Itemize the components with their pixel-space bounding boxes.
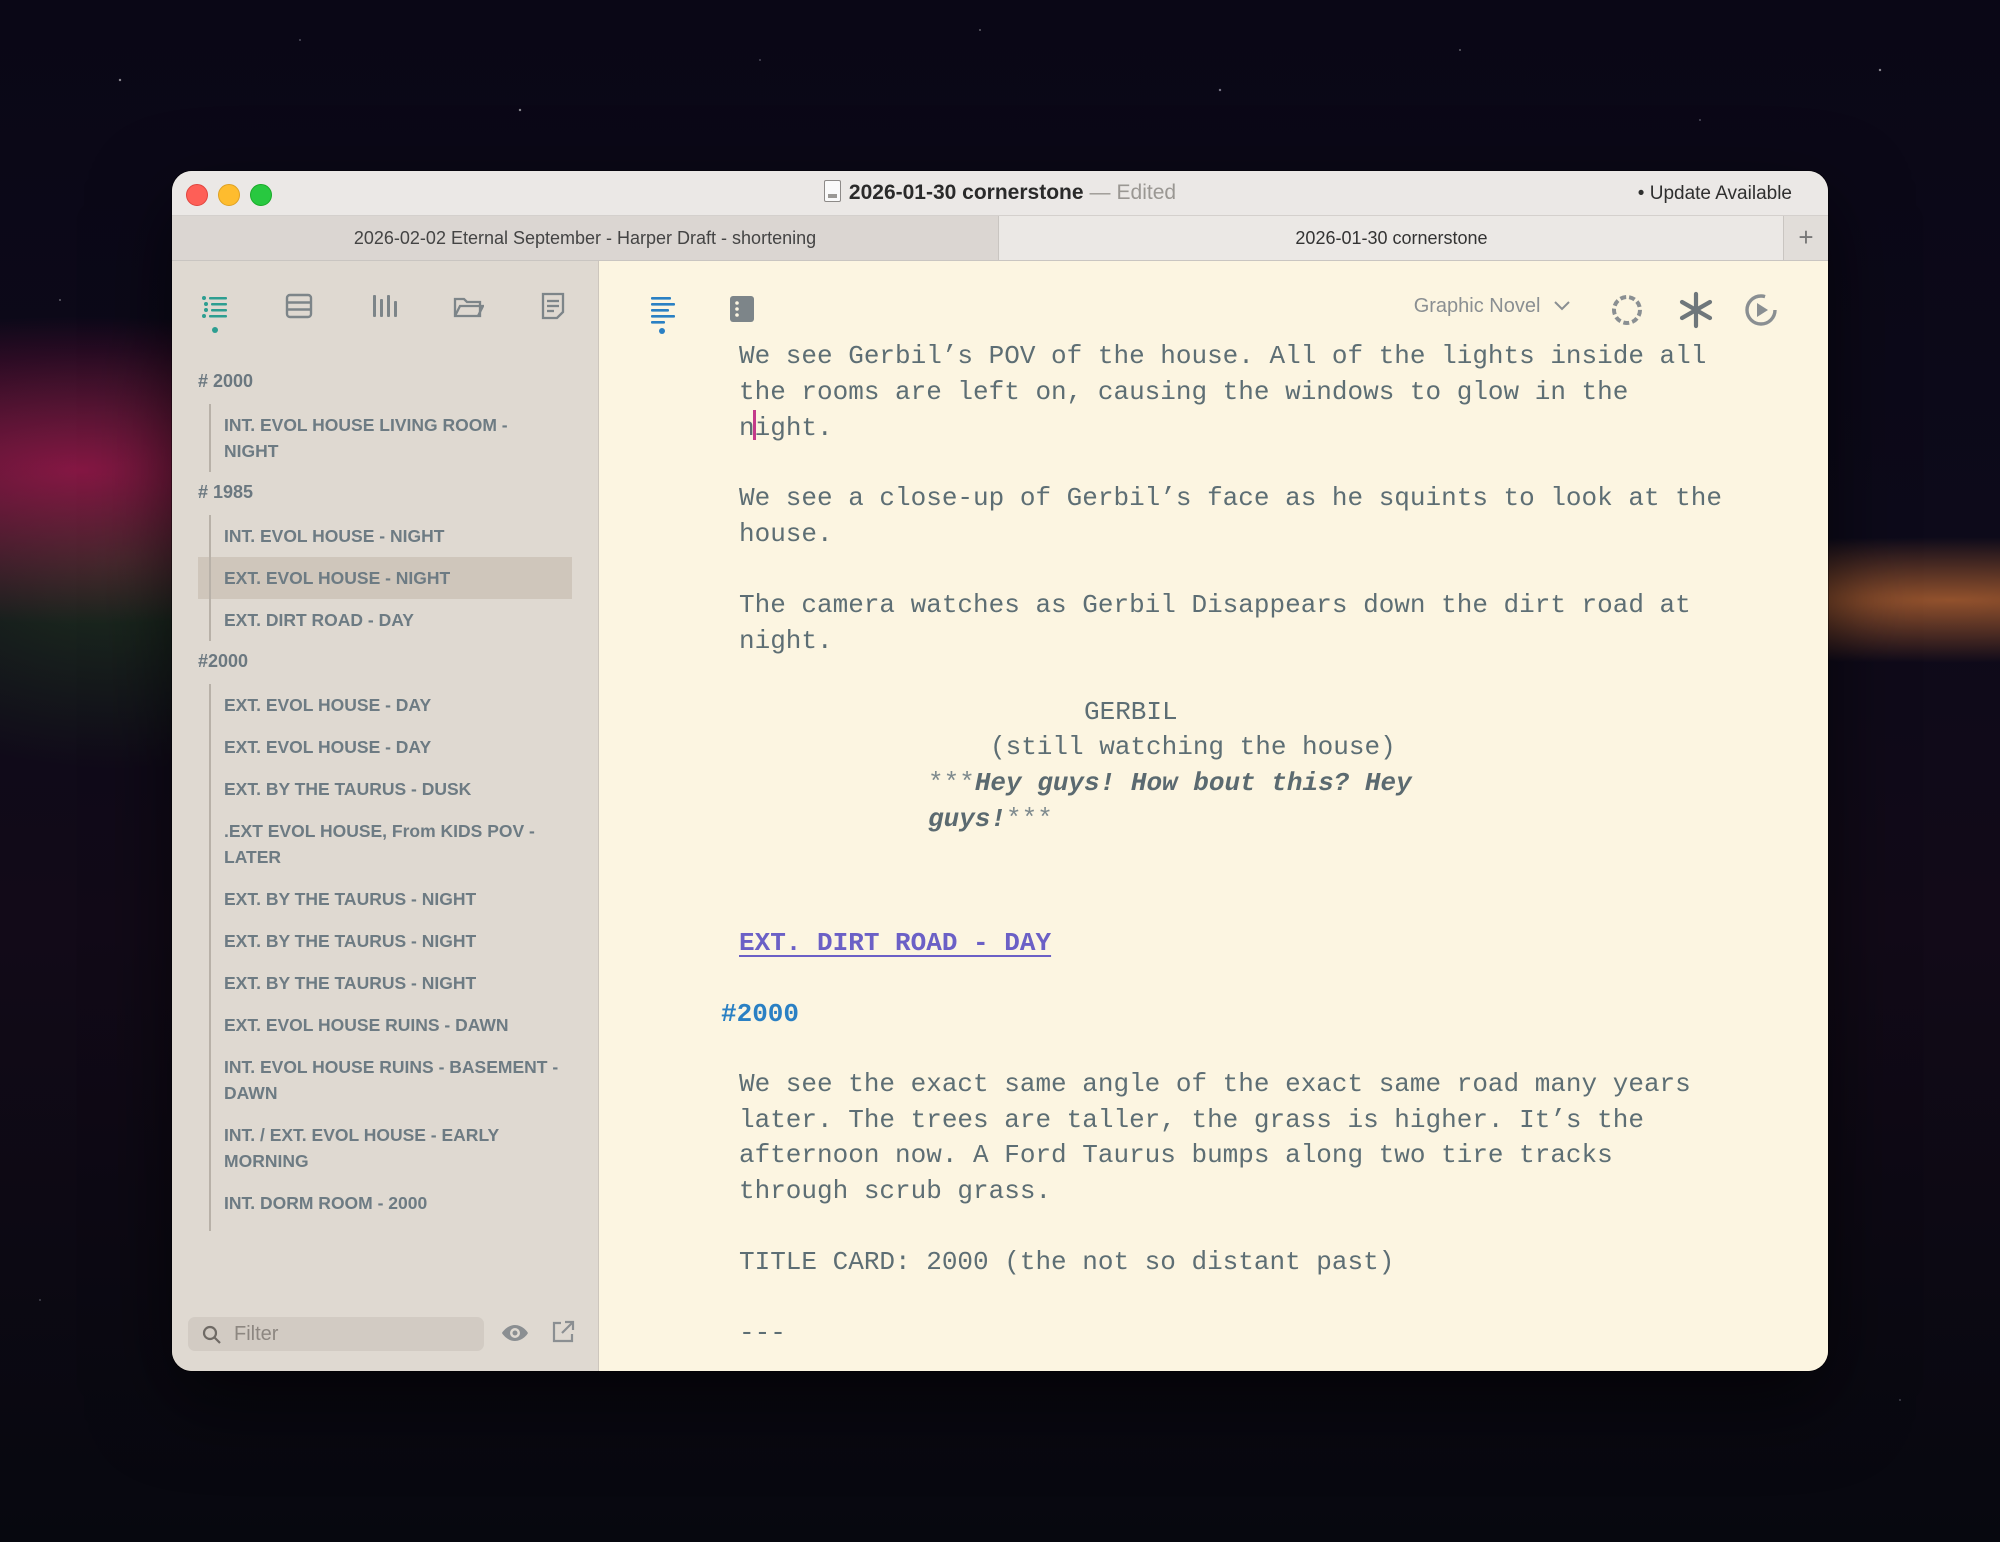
dialogue-line: Hey guys! How bout this? Hey	[974, 768, 1412, 798]
bold-italic-markup: ***	[928, 768, 975, 798]
outline-scene[interactable]: EXT. BY THE TAURUS - NIGHT	[198, 920, 572, 962]
timeline-icon[interactable]	[370, 291, 400, 321]
outline-scene[interactable]: EXT. EVOL HOUSE - DAY	[198, 726, 572, 768]
outline-scene[interactable]: .EXT EVOL HOUSE, From KIDS POV - LATER	[198, 810, 572, 878]
asterisk-icon[interactable]	[1679, 291, 1713, 334]
new-tab-button[interactable]: +	[1783, 216, 1828, 260]
action-paragraph-2[interactable]: We see a close-up of Gerbil’s face as he…	[739, 481, 1799, 552]
tab-cornerstone[interactable]: 2026-01-30 cornerstone	[999, 216, 1784, 260]
cards-icon[interactable]	[284, 291, 314, 321]
search-icon	[202, 1325, 221, 1344]
action-paragraph-5[interactable]: TITLE CARD: 2000 (the not so distant pas…	[739, 1245, 1799, 1281]
tab-bar: 2026-02-02 Eternal September - Harper Dr…	[172, 216, 1828, 261]
filter-input[interactable]: Filter	[188, 1317, 484, 1351]
outline-scene[interactable]: INT. EVOL HOUSE RUINS - BASEMENT - DAWN	[198, 1046, 572, 1114]
chevron-down-icon	[1554, 301, 1570, 311]
document-icon[interactable]	[823, 180, 841, 202]
action-paragraph-4[interactable]: We see the exact same angle of the exact…	[739, 1067, 1799, 1209]
output-style-label: Graphic Novel	[1413, 295, 1541, 317]
open-external-icon[interactable]	[550, 1319, 576, 1345]
index-cards-icon[interactable]	[729, 295, 755, 328]
outline-scene[interactable]: EXT. DIRT ROAD - DAY	[198, 599, 572, 641]
dialogue-line: guys!	[928, 803, 1007, 834]
action-text: We see Gerbil’s POV of the house. All of…	[739, 341, 1707, 443]
outline-scene[interactable]: INT. / EXT. EVOL HOUSE - EARLY MORNING	[198, 1224, 572, 1231]
window-title: 2026-01-30 cornerstone — Edited	[172, 180, 1828, 205]
outline-section[interactable]: # 1985	[198, 472, 572, 515]
update-available-button[interactable]: • Update Available	[1638, 183, 1792, 205]
edited-status: Edited	[1116, 181, 1177, 204]
outline-scene[interactable]: EXT. BY THE TAURUS - DUSK	[198, 768, 572, 810]
outline-section[interactable]: # 2000	[198, 361, 572, 404]
editor-pane[interactable]: Graphic Novel We see Gerbil’s POV of the…	[599, 261, 1828, 1371]
bold-italic-markup: ***	[1006, 803, 1053, 834]
folder-icon[interactable]	[452, 291, 485, 321]
scene-heading[interactable]: EXT. DIRT ROAD - DAY	[739, 926, 1051, 962]
title-separator: —	[1089, 181, 1111, 204]
tab-eternal-september[interactable]: 2026-02-02 Eternal September - Harper Dr…	[172, 216, 999, 260]
outline-section[interactable]: #2000	[198, 641, 572, 684]
script-view-icon[interactable]	[649, 295, 677, 340]
outline-scene[interactable]: INT. DORM ROOM - 2000	[198, 1182, 572, 1224]
dialogue[interactable]: ***Hey guys! How bout this? Hey guys!***	[928, 766, 1488, 837]
outline-icon[interactable]	[200, 291, 230, 333]
outline-list: # 2000 INT. EVOL HOUSE LIVING ROOM - NIGH…	[198, 361, 572, 1231]
notes-icon[interactable]	[538, 291, 568, 321]
character-name[interactable]: GERBIL	[1084, 695, 1284, 731]
action-paragraph-3[interactable]: The camera watches as Gerbil Disappears …	[739, 588, 1799, 659]
preview-play-icon[interactable]	[1744, 293, 1778, 332]
outline-scene[interactable]: INT. EVOL HOUSE - NIGHT	[198, 515, 572, 557]
eye-icon[interactable]	[500, 1321, 530, 1345]
filter-bar: Filter	[172, 1299, 598, 1371]
sidebar-toolbar	[172, 261, 598, 351]
filter-placeholder: Filter	[234, 1323, 279, 1345]
outline-scene[interactable]: EXT. EVOL HOUSE - NIGHT	[198, 557, 572, 599]
action-paragraph-1[interactable]: We see Gerbil’s POV of the house. All of…	[739, 339, 1799, 447]
outline-scene[interactable]: EXT. BY THE TAURUS - NIGHT	[198, 878, 572, 920]
outline-scene[interactable]: INT. / EXT. EVOL HOUSE - EARLY MORNING	[198, 1114, 572, 1182]
parenthetical[interactable]: (still watching the house)	[990, 730, 1490, 766]
outline-scene[interactable]: INT. EVOL HOUSE LIVING ROOM - NIGHT	[198, 404, 572, 472]
section-heading[interactable]: #2000	[721, 997, 799, 1033]
page-break[interactable]: ---	[739, 1316, 1799, 1352]
progress-ring-icon[interactable]	[1610, 293, 1644, 332]
output-style-dropdown[interactable]: Graphic Novel	[1414, 295, 1570, 318]
action-text: ight.	[754, 413, 833, 443]
outline-scene[interactable]: EXT. EVOL HOUSE - DAY	[198, 684, 572, 726]
sidebar: # 2000 INT. EVOL HOUSE LIVING ROOM - NIGH…	[172, 261, 599, 1371]
app-window: 2026-01-30 cornerstone — Edited • Update A…	[172, 171, 1828, 1371]
outline-scene[interactable]: EXT. BY THE TAURUS - NIGHT	[198, 962, 572, 1004]
title-bar: 2026-01-30 cornerstone — Edited • Update A…	[172, 171, 1828, 216]
document-name: 2026-01-30 cornerstone	[848, 181, 1084, 204]
outline-scene[interactable]: EXT. EVOL HOUSE RUINS - DAWN	[198, 1004, 572, 1046]
